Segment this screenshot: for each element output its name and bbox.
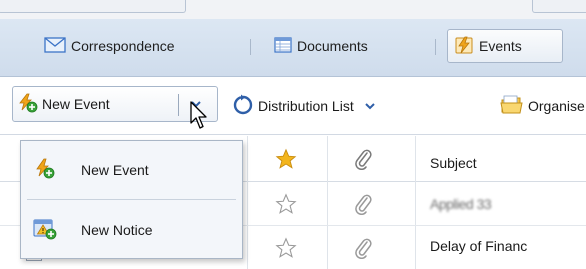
chevron-down-icon [364,98,376,114]
star-outline-icon[interactable] [275,193,297,218]
tab-label: Documents [297,38,368,54]
top-strip [0,0,586,19]
new-event-icon [16,93,38,116]
new-event-dropdown-menu: New Event New Notice [20,140,243,259]
tab-label: Correspondence [71,38,175,54]
tab-events[interactable]: Events [447,29,563,63]
tab-label: Events [479,38,522,54]
split-divider [178,94,179,116]
menu-item-new-notice[interactable]: New Notice [21,203,242,257]
app-window: Correspondence Documents Events New Even… [0,0,586,269]
new-notice-icon [33,218,57,243]
tab-divider [250,39,251,55]
row-subject: Delay of Financ [430,238,528,254]
new-event-label: New Event [42,96,110,112]
tab-documents[interactable]: Documents [268,29,374,63]
tab-correspondence[interactable]: Correspondence [38,29,181,63]
refresh-circle-icon [232,94,254,119]
new-event-icon [33,158,55,183]
row-subject: Applied 33 [430,196,492,212]
menu-item-new-event[interactable]: New Event [21,143,242,197]
folder-icon [500,95,524,118]
new-event-button[interactable]: New Event [16,87,110,121]
attachment-icon [354,237,372,262]
envelope-icon [44,36,66,56]
menu-divider [27,199,236,200]
column-header-subject[interactable]: Subject [430,155,477,171]
top-field-right[interactable] [532,0,586,13]
top-field-left[interactable] [0,0,186,13]
tab-divider [435,39,436,55]
star-icon[interactable] [275,148,297,173]
star-outline-icon[interactable] [275,237,297,262]
menu-item-label: New Notice [81,222,153,238]
new-event-split-button: New Event [12,86,218,122]
organise-label: Organise [528,98,585,114]
toolbar: New Event Distribution List Organise [0,77,586,135]
distribution-list-button[interactable]: Distribution List [232,94,376,119]
attachment-icon [354,193,372,218]
menu-item-label: New Event [81,162,149,178]
mouse-cursor-icon [190,101,212,134]
distribution-list-label: Distribution List [258,98,354,114]
tab-bar: Correspondence Documents Events [0,19,586,77]
document-grid-icon [274,36,292,56]
organise-button[interactable]: Organise [500,95,585,117]
attachment-icon[interactable] [354,148,372,173]
lightning-calendar-icon [454,35,474,58]
